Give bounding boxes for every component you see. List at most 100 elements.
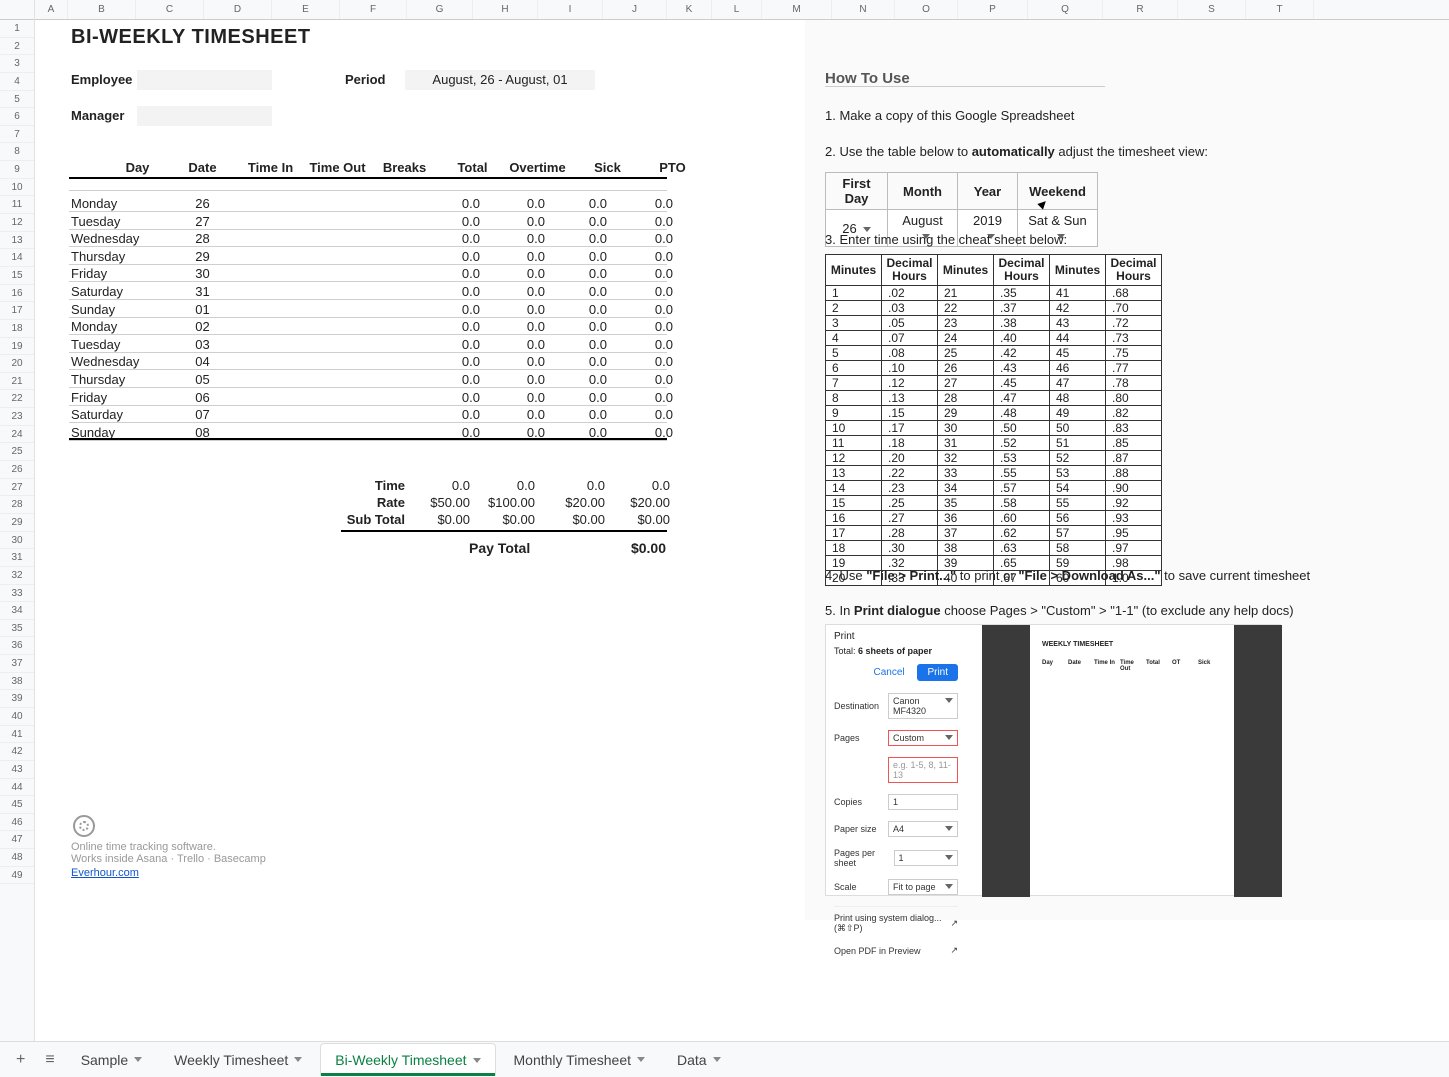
col-header[interactable]: E xyxy=(272,0,340,19)
row-header[interactable]: 2 xyxy=(0,38,34,56)
row-header[interactable]: 8 xyxy=(0,143,34,161)
summary-subtotal[interactable]: $0.00 xyxy=(410,512,470,527)
col-header[interactable]: C xyxy=(136,0,204,19)
cell-sick[interactable]: 0.0 xyxy=(547,390,607,405)
cell-pto[interactable]: 0.0 xyxy=(613,337,673,352)
row-header[interactable]: 48 xyxy=(0,849,34,867)
row-header[interactable]: 41 xyxy=(0,726,34,744)
row-header[interactable]: 39 xyxy=(0,690,34,708)
col-header[interactable]: A xyxy=(35,0,68,19)
footer-link[interactable]: Everhour.com xyxy=(71,867,139,879)
row-header[interactable]: 18 xyxy=(0,320,34,338)
cell-overtime[interactable]: 0.0 xyxy=(485,354,545,369)
cell-overtime[interactable]: 0.0 xyxy=(485,337,545,352)
cell-day[interactable]: Sunday xyxy=(71,302,136,317)
row-header[interactable]: 16 xyxy=(0,285,34,303)
cell-day[interactable]: Wednesday xyxy=(71,231,136,246)
cell-total[interactable]: 0.0 xyxy=(420,284,480,299)
summary-subtotal[interactable]: $0.00 xyxy=(545,512,605,527)
col-header[interactable]: J xyxy=(603,0,667,19)
row-header[interactable]: 12 xyxy=(0,214,34,232)
row-header[interactable]: 20 xyxy=(0,355,34,373)
cell-total[interactable]: 0.0 xyxy=(420,214,480,229)
cell-pto[interactable]: 0.0 xyxy=(613,231,673,246)
cell-overtime[interactable]: 0.0 xyxy=(485,214,545,229)
row-header[interactable]: 4 xyxy=(0,73,34,91)
row-header[interactable]: 29 xyxy=(0,514,34,532)
cell-pto[interactable]: 0.0 xyxy=(613,354,673,369)
row-header[interactable]: 22 xyxy=(0,390,34,408)
cell-overtime[interactable]: 0.0 xyxy=(485,196,545,211)
cell-pto[interactable]: 0.0 xyxy=(613,214,673,229)
period-value[interactable]: August, 26 - August, 01 xyxy=(405,70,595,90)
row-header[interactable]: 38 xyxy=(0,673,34,691)
row-header[interactable]: 27 xyxy=(0,479,34,497)
cell-date[interactable]: 06 xyxy=(170,390,235,405)
cell-sick[interactable]: 0.0 xyxy=(547,407,607,422)
cell-total[interactable]: 0.0 xyxy=(420,302,480,317)
row-header[interactable]: 11 xyxy=(0,196,34,214)
cell-day[interactable]: Friday xyxy=(71,390,136,405)
tab-biweekly[interactable]: Bi-Weekly Timesheet xyxy=(320,1043,495,1076)
row-header[interactable]: 9 xyxy=(0,161,34,179)
row-header[interactable]: 1 xyxy=(0,20,34,38)
employee-input[interactable] xyxy=(137,70,272,90)
row-header[interactable]: 31 xyxy=(0,549,34,567)
row-header[interactable]: 17 xyxy=(0,302,34,320)
row-header[interactable]: 23 xyxy=(0,408,34,426)
row-header[interactable]: 43 xyxy=(0,761,34,779)
cell-day[interactable]: Thursday xyxy=(71,372,136,387)
row-header[interactable]: 10 xyxy=(0,179,34,197)
col-header[interactable]: M xyxy=(762,0,832,19)
cell-day[interactable]: Tuesday xyxy=(71,214,136,229)
row-header[interactable]: 25 xyxy=(0,443,34,461)
cell-day[interactable]: Monday xyxy=(71,319,136,334)
cell-sick[interactable]: 0.0 xyxy=(547,354,607,369)
row-header[interactable]: 19 xyxy=(0,338,34,356)
row-header[interactable]: 32 xyxy=(0,567,34,585)
all-sheets-button[interactable]: ≡ xyxy=(37,1047,62,1073)
col-header[interactable]: B xyxy=(68,0,136,19)
row-header[interactable]: 44 xyxy=(0,779,34,797)
cell-date[interactable]: 01 xyxy=(170,302,235,317)
cell-overtime[interactable]: 0.0 xyxy=(485,407,545,422)
row-header[interactable]: 7 xyxy=(0,126,34,144)
row-header[interactable]: 45 xyxy=(0,796,34,814)
cell-total[interactable]: 0.0 xyxy=(420,196,480,211)
summary-time[interactable]: 0.0 xyxy=(475,478,535,493)
cell-day[interactable]: Tuesday xyxy=(71,337,136,352)
cell-date[interactable]: 03 xyxy=(170,337,235,352)
row-header[interactable]: 6 xyxy=(0,108,34,126)
summary-time[interactable]: 0.0 xyxy=(410,478,470,493)
tab-data[interactable]: Data xyxy=(663,1044,735,1076)
cell-day[interactable]: Monday xyxy=(71,196,136,211)
row-header[interactable]: 5 xyxy=(0,91,34,109)
summary-subtotal[interactable]: $0.00 xyxy=(475,512,535,527)
row-header[interactable]: 33 xyxy=(0,585,34,603)
col-header[interactable]: I xyxy=(538,0,603,19)
cell-pto[interactable]: 0.0 xyxy=(613,390,673,405)
cell-date[interactable]: 02 xyxy=(170,319,235,334)
cell-total[interactable]: 0.0 xyxy=(420,337,480,352)
cell-overtime[interactable]: 0.0 xyxy=(485,372,545,387)
cell-overtime[interactable]: 0.0 xyxy=(485,319,545,334)
col-header[interactable]: T xyxy=(1246,0,1314,19)
row-header[interactable]: 40 xyxy=(0,708,34,726)
row-header[interactable]: 49 xyxy=(0,867,34,885)
cell-day[interactable]: Wednesday xyxy=(71,354,136,369)
row-header[interactable]: 21 xyxy=(0,373,34,391)
summary-rate[interactable]: $20.00 xyxy=(610,495,670,510)
cell-total[interactable]: 0.0 xyxy=(420,266,480,281)
summary-rate[interactable]: $100.00 xyxy=(475,495,535,510)
col-header[interactable]: O xyxy=(895,0,958,19)
cell-overtime[interactable]: 0.0 xyxy=(485,302,545,317)
col-header[interactable]: F xyxy=(340,0,407,19)
row-header[interactable]: 42 xyxy=(0,743,34,761)
cell-day[interactable]: Thursday xyxy=(71,249,136,264)
add-sheet-button[interactable]: + xyxy=(8,1047,33,1073)
col-header[interactable]: S xyxy=(1178,0,1246,19)
row-header[interactable]: 37 xyxy=(0,655,34,673)
summary-time[interactable]: 0.0 xyxy=(610,478,670,493)
cell-total[interactable]: 0.0 xyxy=(420,372,480,387)
col-header[interactable]: Q xyxy=(1028,0,1103,19)
